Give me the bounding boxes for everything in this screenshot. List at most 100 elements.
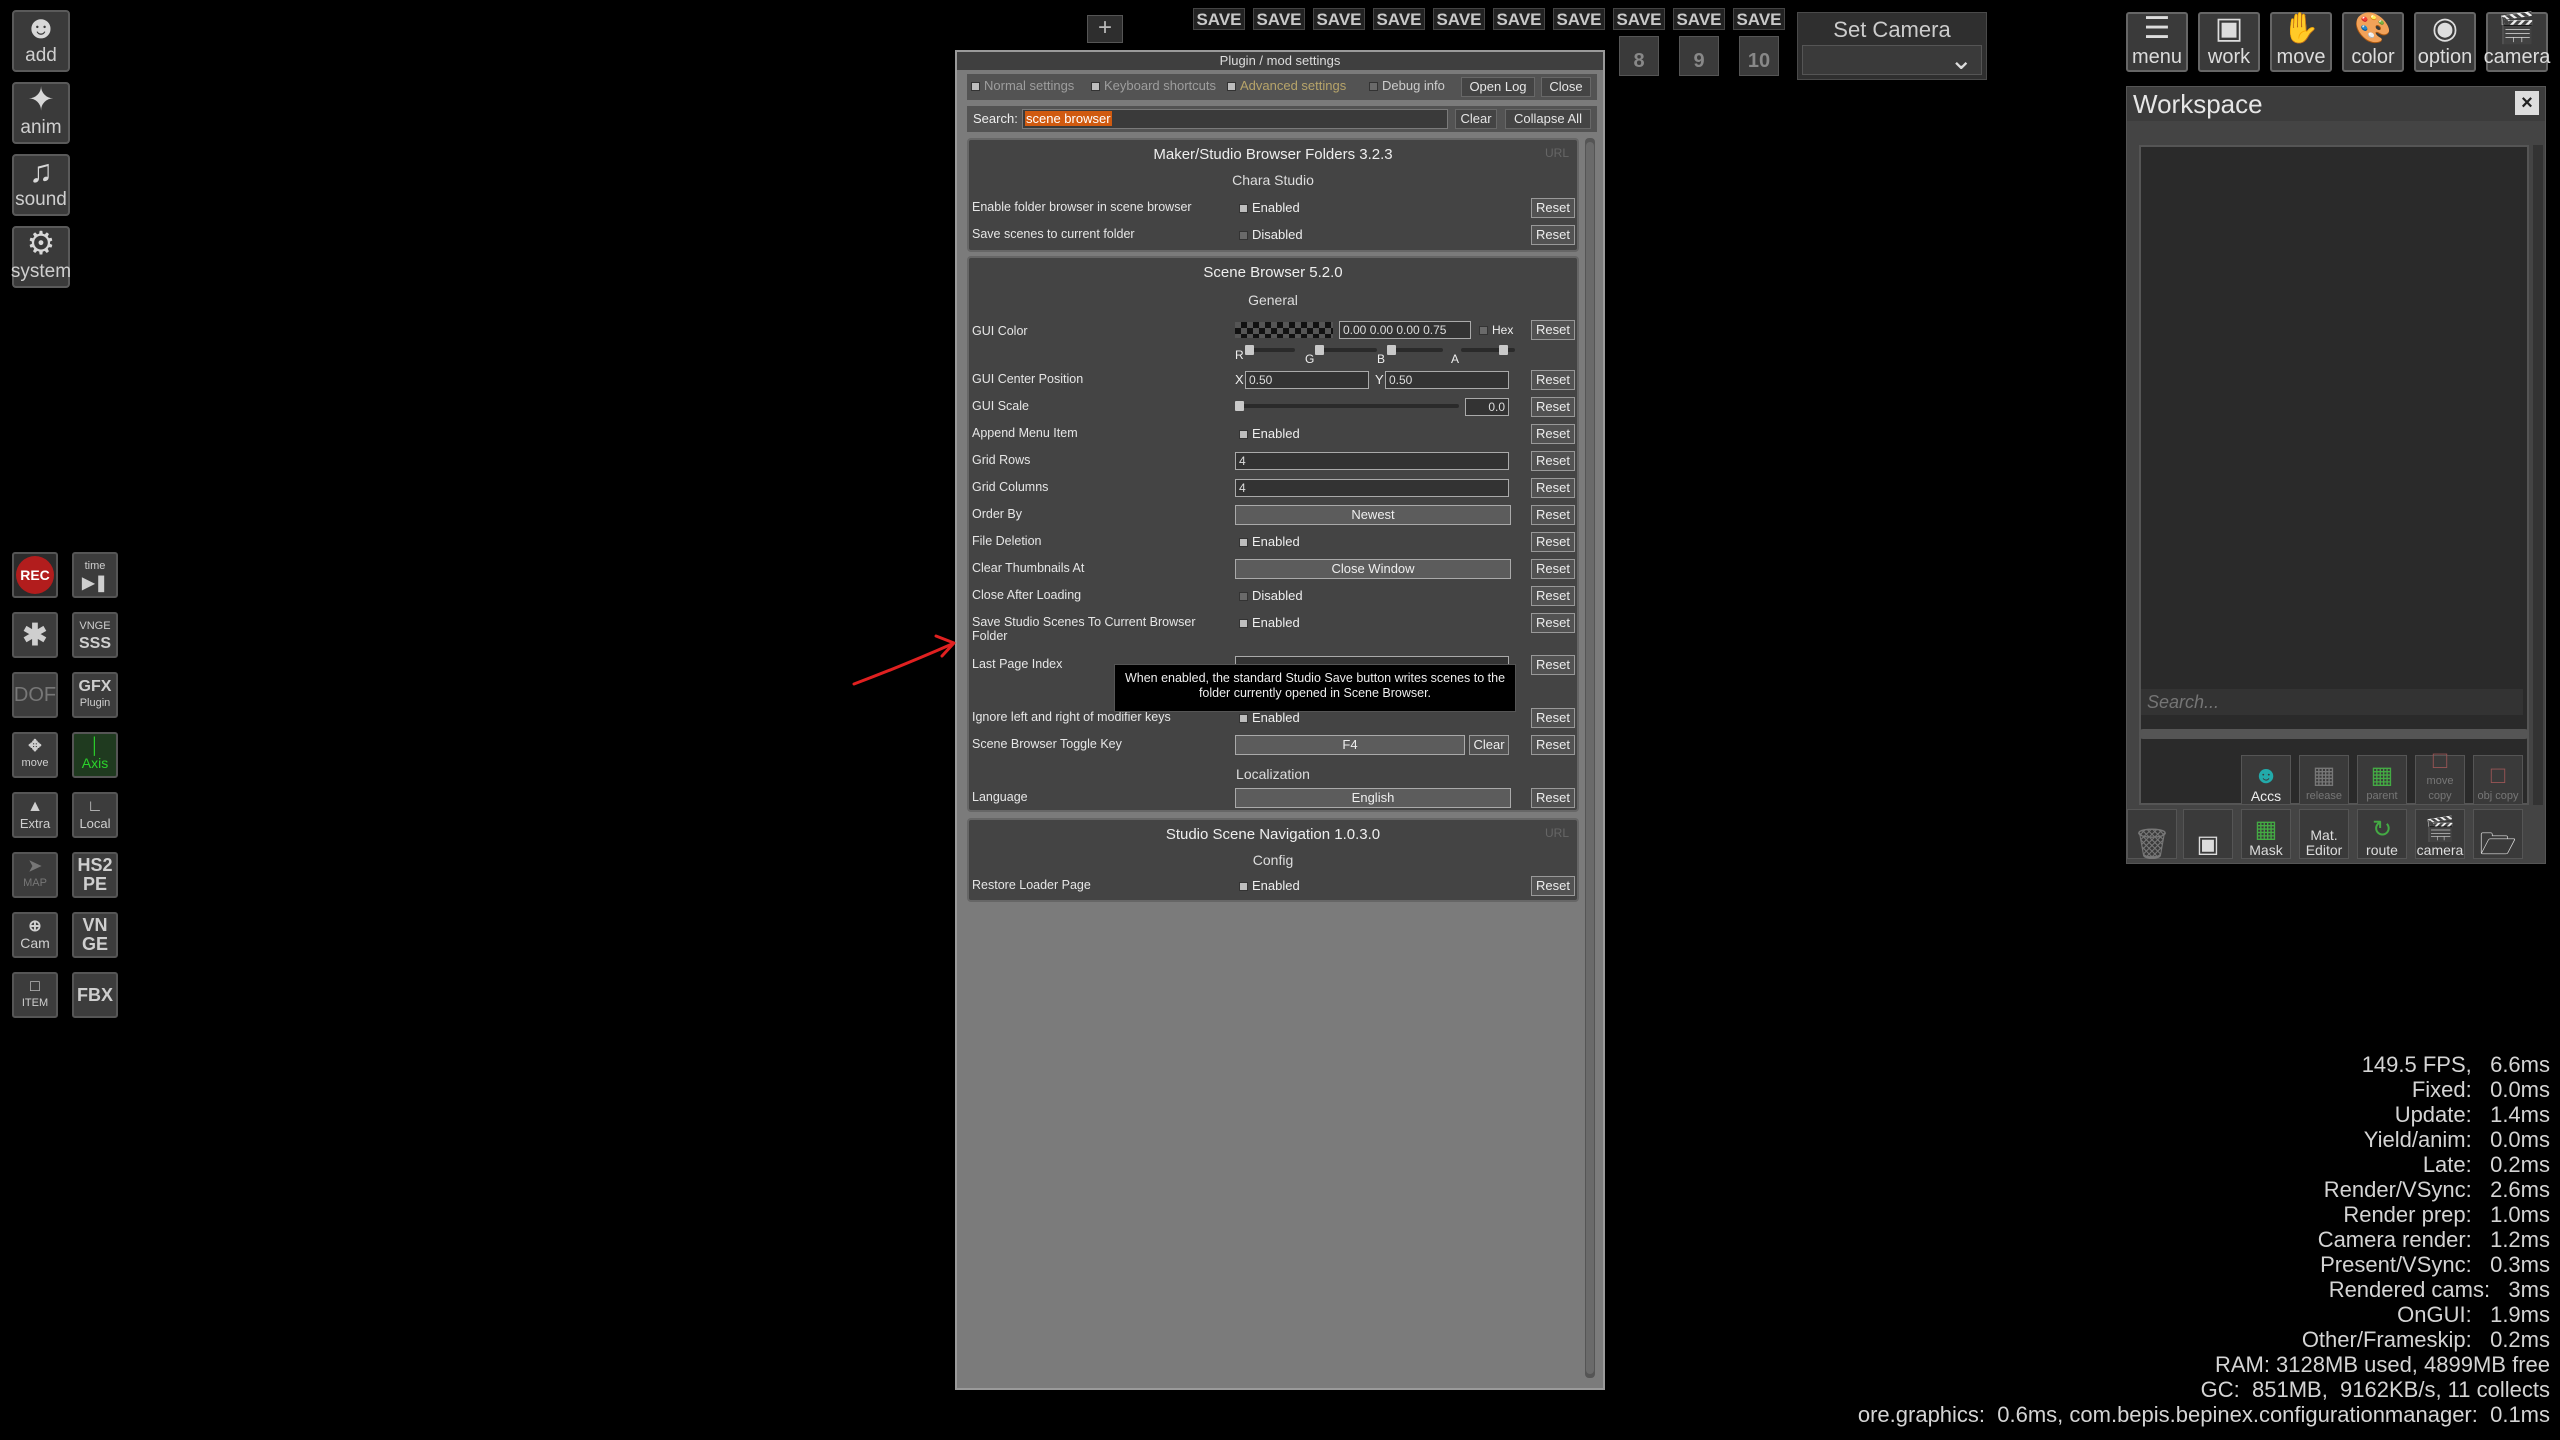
keyboard-shortcuts-toggle[interactable]: Keyboard shortcuts	[1091, 78, 1216, 93]
rec-button[interactable]: REC	[12, 552, 58, 598]
reset-button[interactable]: Reset	[1531, 397, 1575, 417]
reset-button[interactable]: Reset	[1531, 370, 1575, 390]
url-link[interactable]: URL	[1545, 146, 1569, 160]
close-button[interactable]: Close	[1541, 77, 1591, 97]
save-slot-label[interactable]: SAVE	[1193, 8, 1245, 30]
delete-button[interactable]: 🗑	[2127, 809, 2177, 860]
reset-button[interactable]: Reset	[1531, 532, 1575, 552]
slot-8-clapperboard-icon[interactable]: 8	[1619, 36, 1659, 76]
anim-button[interactable]: ✦ anim	[12, 81, 70, 144]
reset-button[interactable]: Reset	[1531, 735, 1575, 755]
sss-button[interactable]: VNGE SSS	[72, 612, 118, 658]
reset-button[interactable]: Reset	[1531, 586, 1575, 606]
frame-button[interactable]: ▣	[2183, 809, 2233, 859]
r-slider[interactable]	[1245, 345, 1295, 355]
slider-knob[interactable]	[1387, 345, 1396, 355]
camera-button[interactable]: 🎬 camera	[2484, 12, 2550, 72]
time-button[interactable]: time ▶❚	[72, 552, 118, 598]
dof-button[interactable]: DOF	[12, 672, 58, 718]
camera-dropdown[interactable]: ⌄	[1802, 44, 1982, 75]
ignore-modifier-toggle[interactable]: Enabled	[1239, 710, 1300, 725]
release-button[interactable]: ▦ release	[2299, 755, 2349, 805]
save-scenes-current-folder-toggle[interactable]: Disabled	[1239, 227, 1303, 242]
reset-button[interactable]: Reset	[1531, 451, 1575, 471]
save-slot-label[interactable]: SAVE	[1673, 8, 1725, 30]
gfx-plugin-button[interactable]: GFX Plugin	[72, 672, 118, 718]
save-slot-label[interactable]: SAVE	[1433, 8, 1485, 30]
save-slot-label[interactable]: SAVE	[1733, 8, 1785, 30]
save-slot-label[interactable]: SAVE	[1313, 8, 1365, 30]
grid-rows-input[interactable]: 4	[1235, 452, 1509, 470]
character-button[interactable]: ✱	[12, 612, 58, 658]
axis-button[interactable]: │ Axis	[72, 732, 118, 778]
extra-button[interactable]: ▲ Extra	[12, 792, 58, 838]
reset-button[interactable]: Reset	[1531, 320, 1575, 340]
restore-loader-toggle[interactable]: Enabled	[1239, 878, 1300, 893]
open-log-button[interactable]: Open Log	[1461, 77, 1535, 97]
vnge-button[interactable]: VN GE	[72, 912, 118, 958]
reset-button[interactable]: Reset	[1531, 198, 1575, 218]
cam-button[interactable]: ⊕ Cam	[12, 912, 58, 958]
advanced-settings-toggle[interactable]: Advanced settings	[1227, 78, 1346, 93]
collapse-all-button[interactable]: Collapse All	[1505, 109, 1591, 129]
save-slot-label[interactable]: SAVE	[1553, 8, 1605, 30]
menu-button[interactable]: ☰ menu	[2126, 12, 2188, 72]
close-after-loading-toggle[interactable]: Disabled	[1239, 588, 1303, 603]
order-by-dropdown[interactable]: Newest	[1235, 505, 1511, 525]
folder-button[interactable]: 🗁	[2473, 809, 2523, 860]
x-input[interactable]: 0.50	[1245, 371, 1369, 389]
hs2pe-button[interactable]: HS2 PE	[72, 852, 118, 898]
search-clear-button[interactable]: Clear	[1455, 109, 1497, 129]
url-link[interactable]: URL	[1545, 826, 1569, 840]
reset-button[interactable]: Reset	[1531, 478, 1575, 498]
move-tool-button[interactable]: ✥ move	[12, 732, 58, 778]
reset-button[interactable]: Reset	[1531, 505, 1575, 525]
grid-columns-input[interactable]: 4	[1235, 479, 1509, 497]
reset-button[interactable]: Reset	[1531, 876, 1575, 896]
slider-knob[interactable]	[1245, 345, 1254, 355]
add-save-slot-button[interactable]: +	[1087, 15, 1123, 43]
scrollbar-thumb[interactable]	[1586, 142, 1594, 1374]
reset-button[interactable]: Reset	[1531, 225, 1575, 245]
toggle-key-button[interactable]: F4	[1235, 735, 1465, 755]
section-title[interactable]: Studio Scene Navigation 1.0.3.0	[969, 826, 1577, 843]
scale-input[interactable]: 0.0	[1465, 398, 1509, 416]
color-button[interactable]: 🎨 color	[2342, 12, 2404, 72]
toggle-key-clear-button[interactable]: Clear	[1469, 735, 1509, 755]
parent-button[interactable]: ▦ parent	[2357, 755, 2407, 805]
reset-button[interactable]: Reset	[1531, 708, 1575, 728]
option-button[interactable]: ◉ option	[2414, 12, 2476, 72]
color-value-field[interactable]: 0.00 0.00 0.00 0.75	[1339, 321, 1471, 339]
workspace-hscrollbar[interactable]	[2139, 729, 2529, 739]
reset-button[interactable]: Reset	[1531, 788, 1575, 808]
route-button[interactable]: ↻ route	[2357, 809, 2407, 859]
b-slider[interactable]	[1387, 345, 1443, 355]
item-button[interactable]: □ ITEM	[12, 972, 58, 1018]
reset-button[interactable]: Reset	[1531, 613, 1575, 633]
clear-thumbnails-dropdown[interactable]: Close Window	[1235, 559, 1511, 579]
language-dropdown[interactable]: English	[1235, 788, 1511, 808]
move-button[interactable]: ✋ move	[2270, 12, 2332, 72]
save-slot-label[interactable]: SAVE	[1613, 8, 1665, 30]
slider-knob[interactable]	[1499, 345, 1508, 355]
obj-copy-button[interactable]: □ obj copy	[2473, 755, 2523, 805]
normal-settings-toggle[interactable]: Normal settings	[971, 78, 1074, 93]
save-slot-10[interactable]: SAVE 10	[1733, 8, 1785, 80]
save-slot-label[interactable]: SAVE	[1253, 8, 1305, 30]
save-slot-8[interactable]: SAVE 8	[1613, 8, 1665, 80]
add-button[interactable]: ☻ add	[12, 9, 70, 72]
slider-knob[interactable]	[1315, 345, 1324, 355]
sound-button[interactable]: ♫ sound	[12, 153, 70, 216]
mask-button[interactable]: ▦ Mask	[2241, 809, 2291, 859]
slider-knob[interactable]	[1235, 401, 1244, 411]
a-slider[interactable]	[1461, 345, 1515, 355]
fbx-button[interactable]: FBX	[72, 972, 118, 1018]
save-slot-9[interactable]: SAVE 9	[1673, 8, 1725, 80]
reset-button[interactable]: Reset	[1531, 559, 1575, 579]
move-copy-button[interactable]: □ move copy	[2415, 748, 2465, 805]
save-slot-label[interactable]: SAVE	[1373, 8, 1425, 30]
mat-editor-button[interactable]: Mat. Editor	[2299, 809, 2349, 859]
workspace-search-input[interactable]	[2141, 689, 2523, 715]
hex-toggle[interactable]: Hex	[1479, 323, 1513, 337]
reset-button[interactable]: Reset	[1531, 655, 1575, 675]
